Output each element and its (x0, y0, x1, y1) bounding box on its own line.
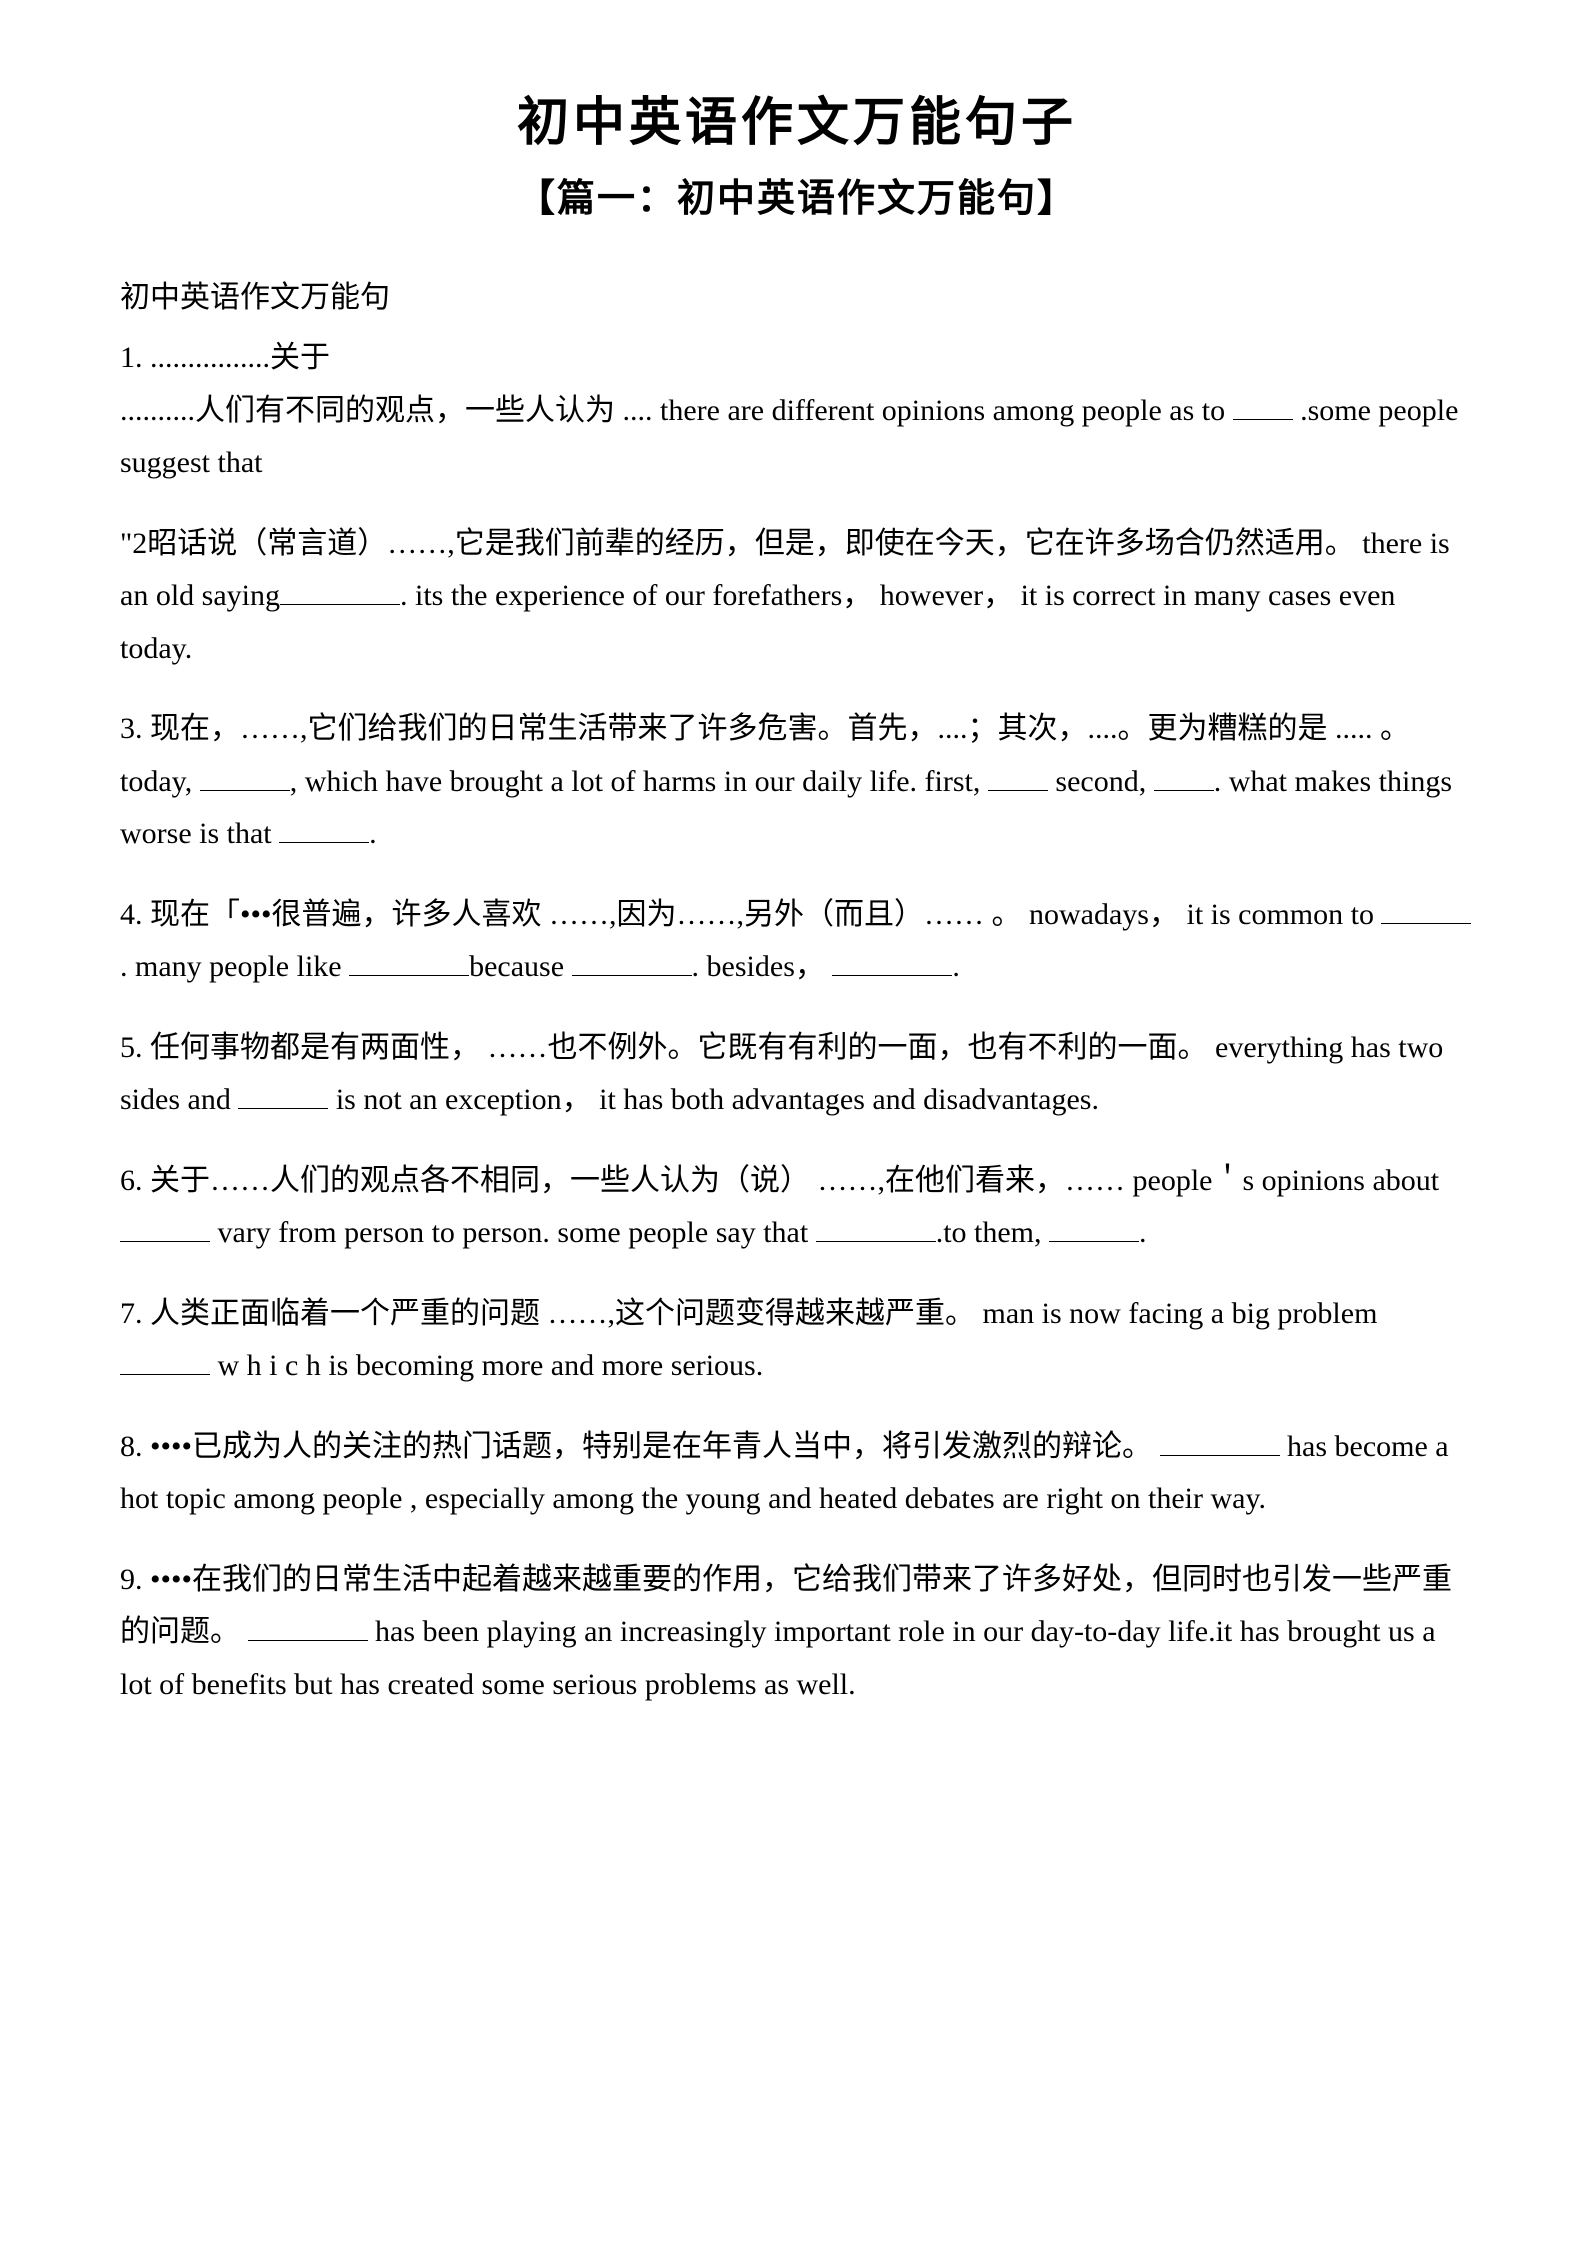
item-3-text: 3. 现在，……,它们给我们的日常生活带来了许多危害。首先，....；其次，..… (120, 712, 1452, 850)
page-subtitle: 【篇一：初中英语作文万能句】 (120, 167, 1474, 222)
item-4-text: 4. 现在「•••很普遍，许多人喜欢 ……,因为……,另外（而且）…… 。 no… (120, 898, 1471, 984)
item-1: 1. ................关于 ..........人们有不同的观点… (120, 332, 1474, 490)
item-9-text: 9. ••••在我们的日常生活中起着越来越重要的作用，它给我们带来了许多好处，但… (120, 1563, 1452, 1701)
section-title: 初中英语作文万能句 (120, 272, 1474, 316)
item-4: 4. 现在「•••很普遍，许多人喜欢 ……,因为……,另外（而且）…… 。 no… (120, 889, 1474, 994)
item-8-text: 8. ••••已成为人的关注的热门话题，特别是在年青人当中，将引发激烈的辩论。 … (120, 1430, 1449, 1516)
item-1-number: 1. ................关于 (120, 341, 330, 374)
item-5-text: 5. 任何事物都是有两面性， ……也不例外。它既有有利的一面，也有不利的一面。 … (120, 1031, 1443, 1117)
item-3: 3. 现在，……,它们给我们的日常生活带来了许多危害。首先，....；其次，..… (120, 703, 1474, 861)
item-5: 5. 任何事物都是有两面性， ……也不例外。它既有有利的一面，也有不利的一面。 … (120, 1022, 1474, 1127)
page-title: 初中英语作文万能句子 (120, 80, 1474, 155)
item-2-text: "2昭话说（常言道）……,它是我们前辈的经历，但是，即使在今天，它在许多场合仍然… (120, 527, 1450, 665)
item-6: 6. 关于……人们的观点各不相同，一些人认为（说） ……,在他们看来，…… pe… (120, 1155, 1474, 1260)
item-8: 8. ••••已成为人的关注的热门话题，特别是在年青人当中，将引发激烈的辩论。 … (120, 1421, 1474, 1526)
item-9: 9. ••••在我们的日常生活中起着越来越重要的作用，它给我们带来了许多好处，但… (120, 1554, 1474, 1712)
item-6-text: 6. 关于……人们的观点各不相同，一些人认为（说） ……,在他们看来，…… pe… (120, 1164, 1439, 1250)
item-1-text: ..........人们有不同的观点，一些人认为 .... there are … (120, 394, 1458, 480)
item-7: 7. 人类正面临着一个严重的问题 ……,这个问题变得越来越严重。 man is … (120, 1288, 1474, 1393)
item-2: "2昭话说（常言道）……,它是我们前辈的经历，但是，即使在今天，它在许多场合仍然… (120, 518, 1474, 676)
item-7-text: 7. 人类正面临着一个严重的问题 ……,这个问题变得越来越严重。 man is … (120, 1297, 1377, 1383)
